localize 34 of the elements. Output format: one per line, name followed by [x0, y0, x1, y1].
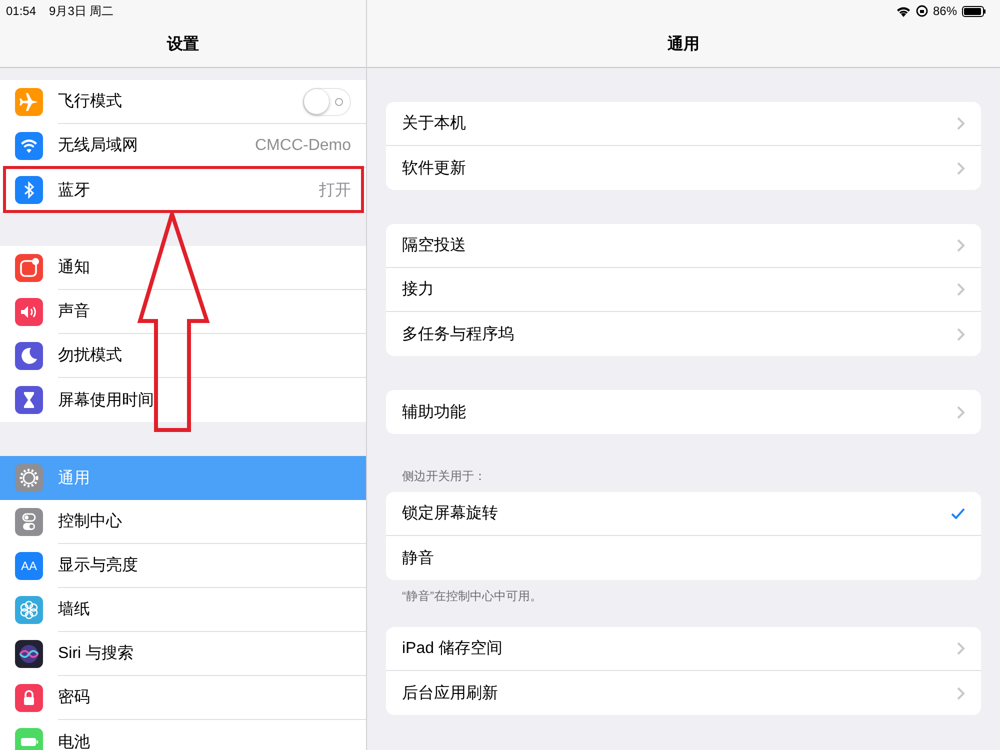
settings-row[interactable]: 锁定屏幕旋转: [386, 492, 981, 536]
settings-row[interactable]: 后台应用刷新: [386, 671, 981, 715]
wifi-icon: [896, 6, 911, 16]
settings-row[interactable]: 辅助功能: [386, 390, 981, 434]
settings-row[interactable]: 静音: [386, 536, 981, 580]
toggle-switch[interactable]: [303, 88, 351, 116]
section-footer: “静音”在控制中心中可用。: [402, 588, 981, 605]
sidebar-item[interactable]: 蓝牙 打开: [0, 168, 366, 212]
item-value: CMCC-Demo: [255, 136, 351, 154]
status-time: 01:54: [6, 4, 36, 18]
battery-percent: 86%: [932, 4, 957, 18]
page-title: 通用: [668, 34, 700, 55]
rotation-lock-icon: [916, 5, 928, 17]
settings-row[interactable]: 多任务与程序坞: [386, 312, 981, 356]
checkmark-icon: [951, 508, 965, 519]
battery-icon: [962, 6, 986, 16]
item-value: 打开: [319, 180, 351, 200]
settings-row[interactable]: iPad 储存空间: [386, 627, 981, 671]
section-header: 侧边开关用于：: [402, 468, 487, 485]
chevron-icon: [957, 328, 965, 340]
sidebar-title: 设置: [167, 34, 199, 55]
chevron-icon: [957, 162, 965, 174]
chevron-icon: [957, 642, 965, 655]
settings-row[interactable]: 软件更新: [386, 146, 981, 190]
display-icon: AA: [15, 552, 43, 580]
chevron-icon: [957, 283, 965, 296]
settings-row[interactable]: 关于本机: [386, 102, 981, 146]
settings-row[interactable]: 隔空投送: [386, 224, 981, 268]
chevron-icon: [957, 686, 965, 700]
chevron-icon: [957, 406, 965, 418]
settings-row[interactable]: 接力: [386, 268, 981, 312]
chevron-icon: [957, 239, 965, 252]
status-date: 9月3日 周二: [49, 2, 114, 20]
chevron-icon: [957, 117, 965, 130]
